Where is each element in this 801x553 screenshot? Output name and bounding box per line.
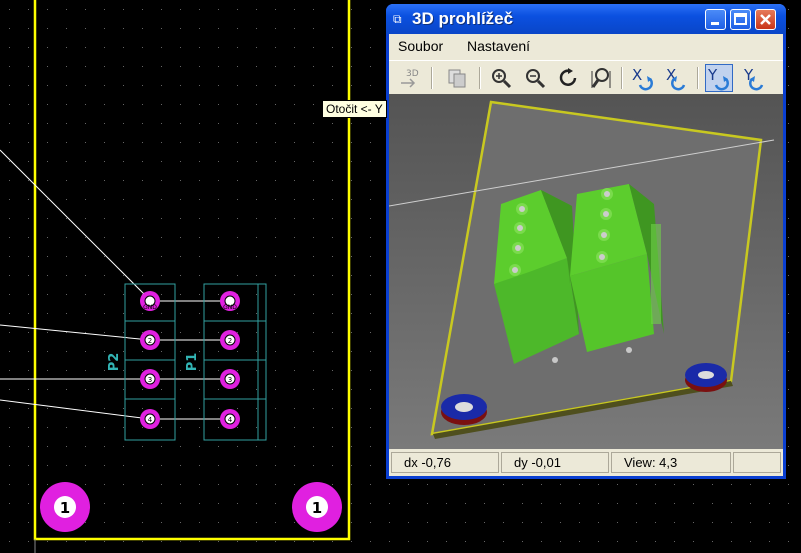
zoom-fit-icon[interactable]	[587, 64, 615, 92]
svg-text:X: X	[632, 66, 642, 84]
pad-label: GND	[143, 304, 157, 311]
svg-text:Y: Y	[707, 66, 718, 84]
window-title: 3D prohlížeč	[412, 9, 514, 28]
3d-viewer-window[interactable]: ⧉ 3D prohlížeč Soubor Nastavení 3D X X Y…	[386, 4, 786, 479]
maximize-icon	[734, 13, 747, 25]
minimize-icon	[711, 22, 719, 25]
copy-icon[interactable]	[443, 64, 471, 92]
pad-label: GND	[223, 304, 237, 311]
status-bar: dx -0,76 dy -0,01 View: 4,3	[389, 449, 783, 476]
3d-mounting-hole-right	[685, 363, 727, 392]
mounting-hole-right[interactable]: 1	[292, 482, 342, 532]
rotate-y-ccw-icon[interactable]: Y	[741, 64, 769, 92]
pad-label: 2	[228, 337, 232, 345]
menu-bar: Soubor Nastavení	[389, 34, 783, 58]
mounting-hole-label: 1	[60, 499, 70, 517]
title-bar[interactable]: ⧉ 3D prohlížeč	[386, 4, 786, 34]
pad-label: 4	[228, 416, 233, 424]
app-icon: ⧉	[393, 12, 402, 26]
close-icon	[760, 14, 771, 25]
close-button[interactable]	[755, 9, 776, 30]
maximize-button[interactable]	[730, 9, 751, 30]
toolbar-separator	[479, 67, 481, 89]
mounting-hole-label: 1	[312, 499, 322, 517]
toolbar: 3D X X Y Y	[389, 60, 783, 95]
3d-reload-icon[interactable]: 3D	[397, 64, 425, 92]
pad-label: 3	[228, 376, 232, 384]
pad-label: 3	[148, 376, 152, 384]
toolbar-separator	[431, 67, 433, 89]
minimize-button[interactable]	[705, 9, 726, 30]
redraw-icon[interactable]	[555, 64, 583, 92]
rotate-y-cw-icon[interactable]: Y	[705, 64, 733, 92]
status-dx: dx -0,76	[391, 452, 499, 473]
svg-text:Y: Y	[743, 66, 754, 84]
3d-mounting-hole-left	[441, 394, 487, 425]
pad-label: 4	[148, 416, 153, 424]
status-view: View: 4,3	[611, 452, 731, 473]
toolbar-separator	[697, 67, 699, 89]
pad-label: 2	[148, 337, 152, 345]
status-dy: dy -0,01	[501, 452, 609, 473]
tooltip: Otočit <- Y	[322, 100, 387, 118]
menu-settings[interactable]: Nastavení	[467, 38, 530, 54]
svg-text:3D: 3D	[406, 69, 419, 79]
toolbar-separator	[621, 67, 623, 89]
connector-p1-label: P1	[185, 353, 200, 372]
connector-p2-label: P2	[107, 353, 122, 372]
mounting-hole-left[interactable]: 1	[40, 482, 90, 532]
3d-canvas[interactable]	[389, 94, 783, 449]
zoom-out-icon[interactable]	[521, 64, 549, 92]
svg-text:X: X	[666, 66, 676, 84]
zoom-in-icon[interactable]	[487, 64, 515, 92]
rotate-x-cw-icon[interactable]: X	[629, 64, 657, 92]
rotate-x-ccw-icon[interactable]: X	[663, 64, 691, 92]
menu-file[interactable]: Soubor	[398, 38, 443, 54]
resize-grip[interactable]	[733, 452, 781, 473]
